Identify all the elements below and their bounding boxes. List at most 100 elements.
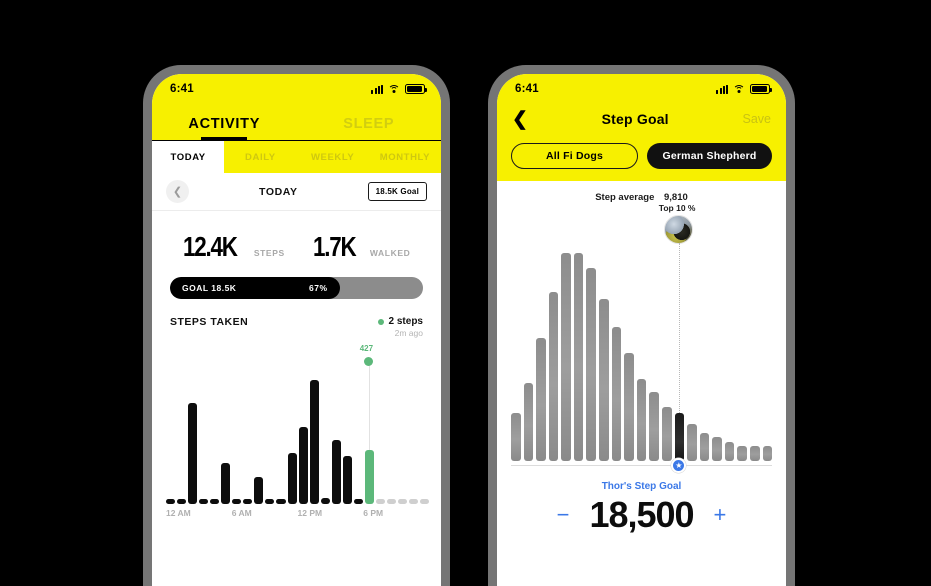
subtab-monthly[interactable]: MONTHLY <box>369 141 441 173</box>
histogram-bar <box>687 424 697 461</box>
steps-bar <box>232 499 242 504</box>
legend-value: 2 steps <box>388 316 423 327</box>
increment-button[interactable]: + <box>714 504 727 526</box>
steps-bar <box>221 462 231 504</box>
status-time: 6:41 <box>515 83 539 95</box>
steps-bar <box>287 452 297 504</box>
steps-bar <box>397 499 408 504</box>
steps-bar <box>353 499 363 504</box>
main-tab-bar: ACTIVITY SLEEP <box>152 100 441 141</box>
histogram-bar <box>762 446 773 461</box>
histogram-bar <box>548 292 559 461</box>
steps-chart-title: STEPS TAKEN <box>170 316 249 328</box>
cellular-signal-icon <box>716 84 728 94</box>
status-icons <box>716 84 772 94</box>
steps-bar <box>386 499 396 504</box>
steps-bar <box>298 427 308 504</box>
histogram-bar <box>523 383 534 461</box>
stat-walked-value: 1.7K <box>312 231 357 262</box>
right-status-bar: 6:41 <box>497 74 786 100</box>
axis-tick-label: 6 AM <box>231 508 252 518</box>
histogram-bar <box>561 253 571 461</box>
step-goal-stepper: − 18,500 + <box>497 494 786 536</box>
chevron-left-icon[interactable]: ❮ <box>512 110 528 129</box>
steps-bar <box>265 499 275 504</box>
steps-bar <box>210 499 220 504</box>
legend-timestamp: 2m ago <box>394 328 423 338</box>
save-button[interactable]: Save <box>742 112 771 126</box>
distribution-histogram[interactable]: Top 10 % ★ <box>511 203 773 475</box>
axis-tick-label: 6 PM <box>363 508 384 518</box>
star-handle-icon: ★ <box>675 460 683 470</box>
left-status-bar: 6:41 <box>152 74 441 100</box>
steps-bar <box>309 379 319 504</box>
steps-chart-legend: 2 steps 2m ago <box>377 316 423 338</box>
subtab-weekly[interactable]: WEEKLY <box>297 141 369 173</box>
steps-bar-chart[interactable]: 427 <box>166 344 430 504</box>
histogram-bar-selected <box>674 413 685 461</box>
stat-steps-label: STEPS <box>253 248 285 258</box>
steps-chart-header: STEPS TAKEN 2 steps 2m ago <box>152 299 441 338</box>
steps-bars-container <box>166 354 430 504</box>
histogram-bar <box>699 432 710 461</box>
screenshot-stage: 6:41 ACTIVITY SLEEP TODAY DAILY WEEKLY M… <box>0 0 931 586</box>
legend-dot-icon <box>377 318 384 325</box>
segment-all-fi-dogs[interactable]: All Fi Dogs <box>511 143 638 169</box>
goal-chip-button[interactable]: 18.5K Goal <box>367 182 427 201</box>
cellular-signal-icon <box>371 84 383 94</box>
goal-progress-fill: GOAL 18.5K 67% <box>170 277 340 299</box>
right-screen: 6:41 ❮ Step Goal Save All Fi Dogs German… <box>497 74 786 586</box>
steps-bar <box>254 476 264 504</box>
histogram-bar <box>573 253 584 461</box>
histogram-bars-container <box>511 253 773 461</box>
subtab-today[interactable]: TODAY <box>152 141 225 173</box>
top-percentile-label: Top 10 % <box>658 203 696 213</box>
navigation-bar: ❮ Step Goal Save <box>497 100 786 138</box>
status-time: 6:41 <box>170 83 194 95</box>
phone-right: 6:41 ❮ Step Goal Save All Fi Dogs German… <box>488 65 795 586</box>
steps-bar <box>331 440 341 504</box>
steps-chart-axis: 12 AM 6 AM 12 PM 6 PM <box>166 508 429 522</box>
histogram-axis-line <box>511 465 772 466</box>
histogram-bar <box>649 391 659 461</box>
histogram-bar <box>599 298 609 461</box>
histogram-bar <box>511 413 521 461</box>
stat-steps-value: 12.4K <box>182 231 238 262</box>
steps-bar <box>166 499 176 504</box>
axis-tick-label: 12 AM <box>166 508 191 518</box>
day-title: TODAY <box>259 185 298 198</box>
segment-german-shepherd[interactable]: German Shepherd <box>647 143 772 169</box>
steps-bar <box>276 499 286 504</box>
steps-bar <box>342 456 352 504</box>
tab-sleep[interactable]: SLEEP <box>297 116 442 140</box>
step-average-row: Step average 9,810 <box>497 181 786 203</box>
battery-icon <box>405 84 427 94</box>
subtab-daily[interactable]: DAILY <box>224 141 296 173</box>
slider-handle[interactable]: ★ <box>671 458 687 473</box>
day-navigation-bar: ❮ TODAY 18.5K Goal <box>152 173 441 211</box>
page-title: Step Goal <box>601 111 669 127</box>
steps-bar <box>188 403 198 504</box>
step-average-value: 9,810 <box>664 192 688 203</box>
marker-value: 427 <box>359 344 374 353</box>
histogram-bar <box>712 437 722 461</box>
stat-walked: 1.7K WALKED <box>313 231 411 263</box>
stat-steps: 12.4K STEPS <box>183 231 285 263</box>
wifi-icon <box>388 84 400 94</box>
goal-progress-percent: 67% <box>308 283 328 293</box>
histogram-bar <box>724 441 735 461</box>
histogram-bar <box>586 268 597 461</box>
histogram-bar <box>749 446 760 461</box>
steps-bar <box>243 499 253 504</box>
tab-activity[interactable]: ACTIVITY <box>152 116 297 140</box>
wifi-icon <box>733 84 745 94</box>
stats-row: 12.4K STEPS 1.7K WALKED <box>152 211 441 277</box>
histogram-bar <box>661 406 672 461</box>
stat-walked-label: WALKED <box>369 248 411 258</box>
chevron-left-icon[interactable]: ❮ <box>166 180 189 203</box>
decrement-button[interactable]: − <box>557 504 570 526</box>
steps-bar <box>320 497 330 504</box>
step-goal-value: 18,500 <box>589 494 694 535</box>
histogram-bar <box>536 337 546 461</box>
steps-bar <box>409 499 419 504</box>
